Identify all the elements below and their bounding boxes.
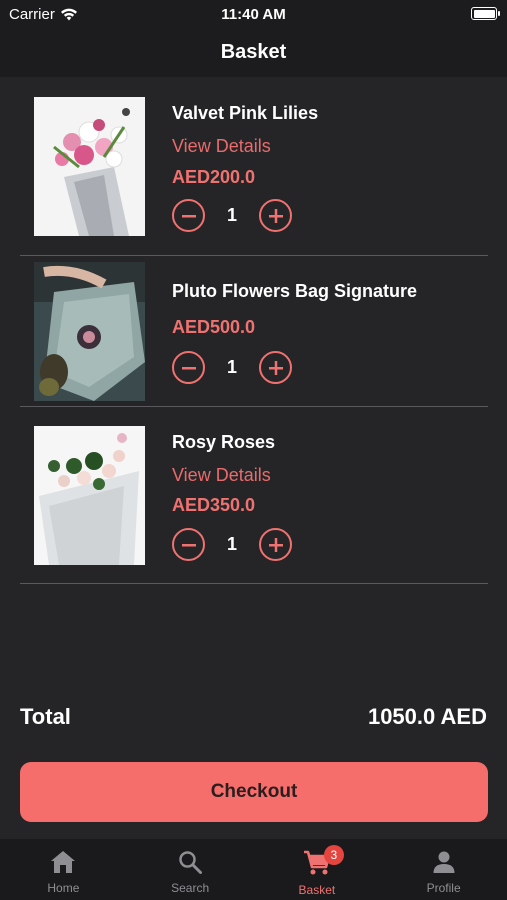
- basket-item: Pluto Flowers Bag Signature AED500.0 1: [20, 256, 488, 407]
- increase-quantity-button[interactable]: [259, 199, 292, 232]
- tab-search[interactable]: Search: [127, 839, 254, 900]
- quantity-value: 1: [226, 357, 237, 377]
- total-label: Total: [20, 704, 71, 729]
- product-name: Pluto Flowers Bag Signature: [172, 281, 418, 301]
- increase-quantity-button[interactable]: [259, 351, 292, 384]
- tab-home[interactable]: Home: [0, 839, 127, 900]
- person-icon: [433, 851, 455, 873]
- basket-item: Valvet Pink Lilies View Details AED200.0…: [20, 77, 488, 256]
- tab-label: Search: [171, 881, 210, 895]
- cart-count-badge: 3: [323, 845, 344, 865]
- home-icon: [51, 851, 76, 873]
- tab-label: Home: [47, 881, 80, 895]
- product-price: AED350.0: [172, 495, 256, 515]
- product-image-rosy-roses[interactable]: [34, 426, 145, 565]
- tab-label: Profile: [426, 881, 461, 895]
- navigation-bar: Basket: [0, 28, 507, 77]
- total-value: 1050.0 AED: [367, 704, 487, 729]
- decrease-quantity-button[interactable]: [172, 199, 205, 232]
- tab-profile[interactable]: Profile: [380, 839, 507, 900]
- checkout-button[interactable]: Checkout: [20, 762, 488, 822]
- product-image-lilies[interactable]: [34, 97, 145, 236]
- increase-quantity-button[interactable]: [259, 528, 292, 561]
- view-details-link[interactable]: View Details: [172, 136, 271, 157]
- tab-bar: Home Search 3 Basket Profile: [0, 839, 507, 900]
- minus-icon: [181, 366, 196, 369]
- product-name: Rosy Roses: [172, 432, 276, 452]
- plus-icon: [268, 360, 283, 375]
- tab-label: Basket: [298, 883, 336, 897]
- plus-icon: [268, 537, 283, 552]
- product-price: AED200.0: [172, 167, 256, 187]
- quantity-stepper: 1: [172, 351, 292, 384]
- page-title: Basket: [220, 41, 287, 63]
- product-image-pluto-bag[interactable]: [34, 262, 145, 401]
- minus-icon: [181, 214, 196, 217]
- decrease-quantity-button[interactable]: [172, 528, 205, 561]
- basket-item: Rosy Roses View Details AED350.0 1: [20, 407, 488, 584]
- status-bar: Carrier 11:40 AM: [0, 0, 507, 28]
- product-price: AED500.0: [172, 317, 256, 337]
- decrease-quantity-button[interactable]: [172, 351, 205, 384]
- total-row: Total 1050.0 AED: [20, 704, 487, 734]
- quantity-stepper: 1: [172, 528, 292, 561]
- tab-basket[interactable]: 3 Basket: [254, 839, 381, 900]
- search-icon: [179, 851, 203, 874]
- product-name: Valvet Pink Lilies: [172, 103, 319, 123]
- minus-icon: [181, 543, 196, 546]
- plus-icon: [268, 208, 283, 223]
- quantity-stepper: 1: [172, 199, 292, 232]
- battery-icon: [471, 7, 500, 20]
- view-details-link[interactable]: View Details: [172, 465, 271, 486]
- quantity-value: 1: [226, 205, 237, 225]
- quantity-value: 1: [226, 534, 237, 554]
- status-time: 11:40 AM: [221, 6, 286, 23]
- basket-list: Valvet Pink Lilies View Details AED200.0…: [20, 77, 488, 584]
